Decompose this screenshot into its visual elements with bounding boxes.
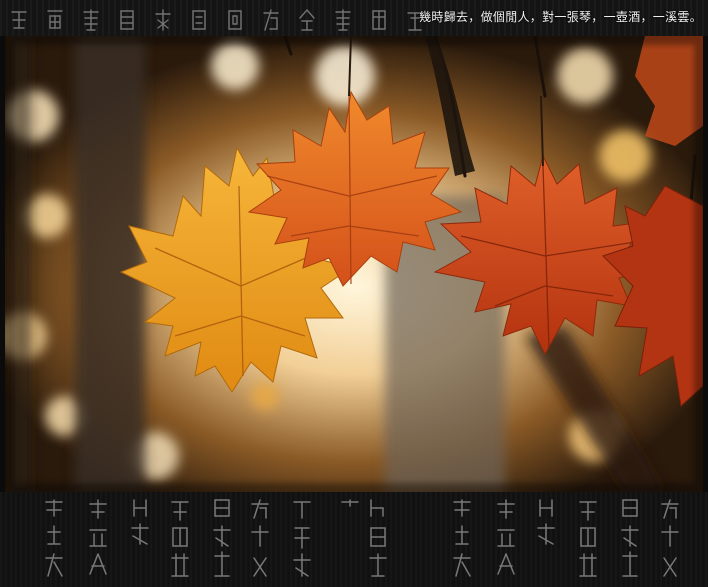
poem-tagline: 幾時歸去，做個閒人，對一張琴，一壺酒，一溪雲。 xyxy=(419,10,702,24)
calligraphy-pattern-top xyxy=(11,9,423,31)
page-frame: 幾時歸去，做個閒人，對一張琴，一壺酒，一溪雲。 xyxy=(0,0,708,587)
maple-leaves-illustration xyxy=(5,36,703,492)
maple-leaves-photo xyxy=(5,36,703,492)
top-decorative-band: 幾時歸去，做個閒人，對一張琴，一壺酒，一溪雲。 xyxy=(0,0,708,36)
calligraphy-pattern-bottom xyxy=(45,499,679,577)
bottom-decorative-band xyxy=(0,492,708,587)
